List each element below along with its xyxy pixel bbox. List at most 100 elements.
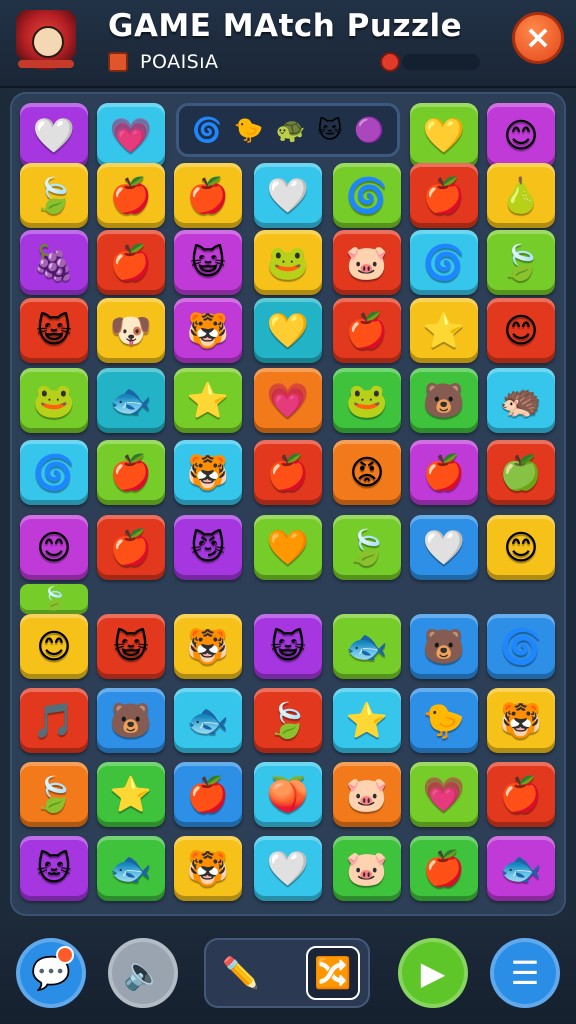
tile-r10-c6[interactable]: 💗 [410,762,478,827]
tile-r11-c6[interactable]: 🍎 [410,836,478,901]
tile-r5-c2[interactable]: 🐟 [97,368,165,433]
tile-r4-c6[interactable]: ⭐ [410,298,478,363]
tile-icon: 🐟 [109,848,153,889]
tile-r1-c2[interactable]: 💗 [97,103,165,168]
tile-r8-c7[interactable]: 🌀 [487,614,555,679]
tile-r9-c2[interactable]: 🐻 [97,688,165,753]
tile-icon: 🐯 [499,700,543,741]
tile-r8-c4[interactable]: 😺 [254,614,322,679]
menu-button[interactable]: ☰ [490,938,560,1008]
tile-r3-c2[interactable]: 🍎 [97,230,165,295]
tile-r7-c4[interactable]: 🧡 [254,515,322,580]
tile-r11-c4[interactable]: 🤍 [254,836,322,901]
tile-r10-c3[interactable]: 🍎 [174,762,242,827]
tile-r6-c1[interactable]: 🌀 [20,440,88,505]
tile-r7-c3[interactable]: 😼 [174,515,242,580]
tile-r4-c4[interactable]: 💛 [254,298,322,363]
tile-icon: 🐟 [345,626,389,667]
tile-r7-c6[interactable]: 🤍 [410,515,478,580]
tile-r4-c5[interactable]: 🍎 [333,298,401,363]
tile-r10-c1[interactable]: 🍃 [20,762,88,827]
tile-icon: 💛 [266,310,310,351]
tile-r9-c3[interactable]: 🐟 [174,688,242,753]
tile-r11-c2[interactable]: 🐟 [97,836,165,901]
tile-r8-c3[interactable]: 🐯 [174,614,242,679]
tile-icon: 🐷 [345,848,389,889]
tile-r10-c2[interactable]: ⭐ [97,762,165,827]
close-button[interactable]: × [512,12,564,64]
tile-r5-c6[interactable]: 🐻 [410,368,478,433]
tile-icon: 🧡 [266,527,310,568]
tile-r3-c4[interactable]: 🐸 [254,230,322,295]
shuffle-button[interactable]: 🔀 [306,946,360,1000]
tile-r3-c3[interactable]: 😺 [174,230,242,295]
tile-r6-c3[interactable]: 🐯 [174,440,242,505]
tile-r7-c2[interactable]: 🍎 [97,515,165,580]
tile-r10-c7[interactable]: 🍎 [487,762,555,827]
sound-button[interactable]: 🔈 [108,938,178,1008]
tile-r8-c2[interactable]: 😺 [97,614,165,679]
notification-dot [56,946,74,964]
tile-icon: 😺 [190,242,226,283]
tile-r5-c4[interactable]: 💗 [254,368,322,433]
tile-icon: 🐱 [36,848,72,889]
tile-r10-c5[interactable]: 🐷 [333,762,401,827]
tile-icon: 🦔 [499,380,543,421]
tile-icon: 🤍 [32,115,76,156]
tile-r5-c3[interactable]: ⭐ [174,368,242,433]
tile-r1-c7[interactable]: 😊 [487,103,555,168]
tile-r8-c5[interactable]: 🐟 [333,614,401,679]
tile-r11-c1[interactable]: 🐱 [20,836,88,901]
chat-button[interactable]: 💬 [16,938,86,1008]
tile-r2-c3[interactable]: 🍎 [174,163,242,228]
falling-tile[interactable]: 🍃 [20,584,88,614]
pencil-button[interactable]: ✏️ [214,946,268,1000]
tile-r9-c6[interactable]: 🐤 [410,688,478,753]
tile-r1-c1[interactable]: 🤍 [20,103,88,168]
tile-r9-c4[interactable]: 🍃 [254,688,322,753]
tile-r7-c1[interactable]: 😊 [20,515,88,580]
tile-r11-c5[interactable]: 🐷 [333,836,401,901]
tile-r6-c6[interactable]: 🍎 [410,440,478,505]
tile-r2-c5[interactable]: 🌀 [333,163,401,228]
tile-icon: 🍎 [186,774,230,815]
tile-r11-c3[interactable]: 🐯 [174,836,242,901]
tile-r2-c4[interactable]: 🤍 [254,163,322,228]
tile-r4-c7[interactable]: 😊 [487,298,555,363]
tile-r5-c5[interactable]: 🐸 [333,368,401,433]
tile-r2-c1[interactable]: 🍃 [20,163,88,228]
tile-r2-c2[interactable]: 🍎 [97,163,165,228]
tile-r8-c6[interactable]: 🐻 [410,614,478,679]
tile-r9-c5[interactable]: ⭐ [333,688,401,753]
tile-r3-c6[interactable]: 🌀 [410,230,478,295]
tile-r6-c7[interactable]: 🍏 [487,440,555,505]
tile-r6-c2[interactable]: 🍎 [97,440,165,505]
tile-r9-c1[interactable]: 🎵 [20,688,88,753]
tile-r3-c1[interactable]: 🍇 [20,230,88,295]
tile-r11-c7[interactable]: 🐟 [487,836,555,901]
tile-r9-c7[interactable]: 🐯 [487,688,555,753]
tile-r5-c7[interactable]: 🦔 [487,368,555,433]
tile-r1-c6[interactable]: 💛 [410,103,478,168]
tile-icon: 😺 [36,310,72,351]
tile-r4-c3[interactable]: 🐯 [174,298,242,363]
tile-r6-c4[interactable]: 🍎 [254,440,322,505]
tile-r4-c1[interactable]: 😺 [20,298,88,363]
tile-r7-c5[interactable]: 🍃 [333,515,401,580]
tile-r3-c7[interactable]: 🍃 [487,230,555,295]
tile-r5-c1[interactable]: 🐸 [20,368,88,433]
tile-r10-c4[interactable]: 🍑 [254,762,322,827]
level-icon [108,52,128,72]
tile-r2-c7[interactable]: 🍐 [487,163,555,228]
tile-icon: 🍎 [422,175,466,216]
tile-icon: 💗 [266,380,310,421]
tile-r4-c2[interactable]: 🐶 [97,298,165,363]
tile-r8-c1[interactable]: 😊 [20,614,88,679]
tile-r6-c5[interactable]: 😡 [333,440,401,505]
play-button[interactable]: ▶ [398,938,468,1008]
tile-r7-c7[interactable]: 😊 [487,515,555,580]
tile-r3-c5[interactable]: 🐷 [333,230,401,295]
tile-icon: 🐯 [186,452,230,493]
tile-r2-c6[interactable]: 🍎 [410,163,478,228]
tile-icon: 🐻 [422,380,466,421]
